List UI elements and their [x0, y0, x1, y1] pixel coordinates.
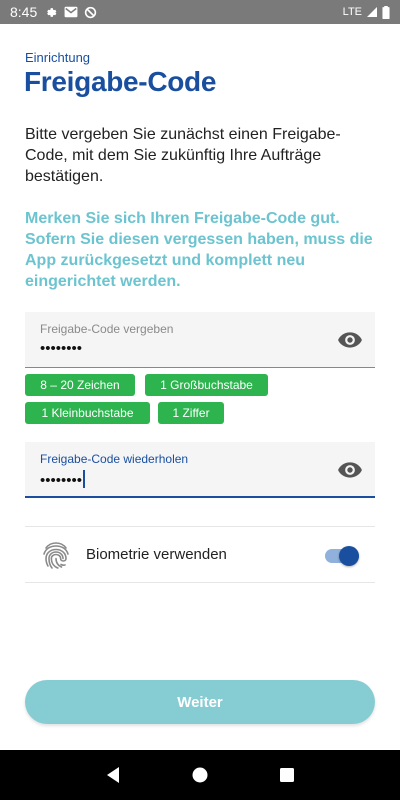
home-circle-icon	[192, 767, 208, 783]
rule-chip: 8 – 20 Zeichen	[25, 374, 135, 396]
repeat-code-value[interactable]: ••••••••	[40, 470, 86, 489]
fingerprint-icon	[43, 542, 69, 569]
do-not-disturb-icon	[85, 6, 97, 18]
code-input-field[interactable]: Freigabe-Code vergeben ••••••••	[25, 312, 375, 368]
repeat-code-label: Freigabe-Code wiederholen	[40, 452, 189, 466]
system-nav-bar	[0, 750, 400, 800]
rule-chip: 1 Kleinbuchstabe	[25, 402, 150, 424]
status-bar: 8:45 LTE	[0, 0, 400, 24]
recents-square-icon	[279, 768, 294, 782]
continue-button[interactable]: Weiter	[25, 680, 375, 724]
biometrics-row[interactable]: Biometrie verwenden	[25, 528, 375, 584]
page-title: Freigabe-Code	[24, 66, 217, 97]
repeat-code-input-field[interactable]: Freigabe-Code wiederholen ••••••••	[25, 442, 375, 498]
divider	[25, 582, 375, 583]
code-input-value[interactable]: ••••••••	[40, 340, 82, 357]
home-button[interactable]	[185, 760, 215, 790]
biometrics-toggle[interactable]	[325, 544, 359, 568]
repeat-code-text: ••••••••	[40, 472, 83, 489]
setup-screen: Einrichtung Freigabe-Code Bitte vergeben…	[0, 24, 400, 750]
toggle-thumb	[339, 546, 359, 566]
warning-note: Merken Sie sich Ihren Freigabe-Code gut.…	[25, 210, 373, 290]
rule-chip: 1 Großbuchstabe	[145, 374, 268, 396]
show-password-icon[interactable]	[337, 329, 363, 351]
code-input-label: Freigabe-Code vergeben	[40, 322, 174, 336]
network-label: LTE	[342, 6, 362, 18]
back-triangle-icon	[107, 767, 120, 783]
battery-icon	[382, 5, 390, 19]
text-cursor	[83, 470, 86, 488]
show-password-icon[interactable]	[337, 459, 363, 481]
back-button[interactable]	[98, 760, 128, 790]
rule-chip: 1 Ziffer	[158, 402, 224, 424]
divider	[25, 526, 375, 527]
status-time: 8:45	[10, 4, 38, 20]
recents-button[interactable]	[272, 760, 302, 790]
intro-text: Bitte vergeben Sie zunächst einen Freiga…	[25, 126, 341, 185]
biometrics-label: Biometrie verwenden	[86, 546, 227, 563]
signal-icon	[367, 7, 377, 17]
page-eyebrow: Einrichtung	[25, 50, 91, 65]
gmail-icon	[64, 6, 78, 18]
gear-icon	[47, 7, 57, 17]
